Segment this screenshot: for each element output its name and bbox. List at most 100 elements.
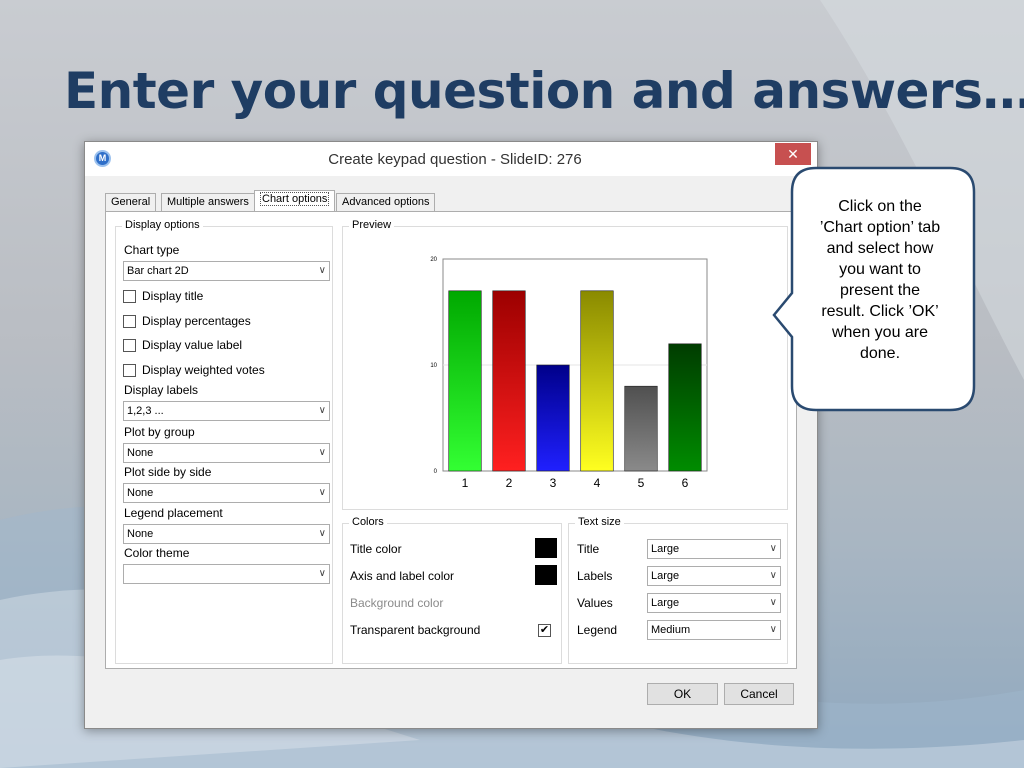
- bar-1: [448, 290, 482, 472]
- callout-text: Click on the ’Chart option’ tab and sele…: [810, 196, 950, 364]
- x-tick-label: 2: [506, 476, 513, 490]
- create-keypad-question-dialog: M Create keypad question - SlideID: 276 …: [84, 141, 818, 729]
- legend-placement-select[interactable]: None ∨: [123, 524, 330, 544]
- bar-4: [580, 290, 614, 472]
- color-theme-label: Color theme: [124, 546, 190, 560]
- tab-general[interactable]: General: [105, 193, 157, 211]
- display-weighted-votes-checkbox[interactable]: Display weighted votes: [123, 363, 323, 379]
- callout-line: when you are: [831, 324, 929, 341]
- tab-multiple-answers[interactable]: Multiple answers: [161, 193, 255, 211]
- chevron-down-icon: ∨: [318, 568, 326, 579]
- window-title: Create keypad question - SlideID: 276: [328, 151, 582, 168]
- axis-label-color-label: Axis and label color: [350, 569, 455, 583]
- text-size-legend-select[interactable]: Medium ∨: [647, 620, 781, 640]
- group-title: Preview: [349, 219, 395, 231]
- callout-line: ’Chart option’ tab: [819, 219, 941, 236]
- select-value: Large: [651, 570, 680, 582]
- display-value-label-checkbox[interactable]: Display value label: [123, 338, 323, 354]
- display-labels-select[interactable]: 1,2,3 ... ∨: [123, 401, 330, 421]
- transparent-background-checkbox[interactable]: ✔: [538, 623, 554, 639]
- chevron-down-icon: ∨: [769, 543, 777, 554]
- color-theme-select[interactable]: ∨: [123, 564, 330, 584]
- tab-advanced-options[interactable]: Advanced options: [336, 193, 436, 211]
- tab-label: Advanced options: [342, 196, 430, 208]
- checkbox-label: Display value label: [142, 338, 243, 352]
- axis-label-color-swatch[interactable]: [535, 565, 557, 585]
- select-value: None: [127, 528, 154, 540]
- checkbox-label: Display percentages: [142, 314, 251, 328]
- x-tick-label: 6: [682, 476, 689, 490]
- background-color-label: Background color: [350, 596, 444, 610]
- checkbox-box: [123, 290, 136, 303]
- bar-3: [536, 364, 570, 472]
- select-value: Large: [651, 597, 680, 609]
- text-size-labels-select[interactable]: Large ∨: [647, 566, 781, 586]
- chevron-down-icon: ∨: [318, 265, 326, 276]
- tab-label: Chart options: [260, 192, 330, 206]
- x-tick-label: 5: [638, 476, 645, 490]
- chart-options-panel: Display options Chart type Bar chart 2D …: [105, 211, 797, 669]
- window-titlebar: M Create keypad question - SlideID: 276 …: [85, 142, 817, 176]
- select-value: Large: [651, 543, 680, 555]
- text-size-labels-label: Labels: [577, 569, 613, 583]
- text-size-group: Text size Title Large ∨ Labels Large ∨ V…: [568, 516, 788, 664]
- text-size-title-select[interactable]: Large ∨: [647, 539, 781, 559]
- chevron-down-icon: ∨: [318, 528, 326, 539]
- chevron-down-icon: ∨: [318, 447, 326, 458]
- tab-label: General: [111, 196, 151, 208]
- select-value: Bar chart 2D: [127, 265, 189, 277]
- y-tick-label: 10: [430, 363, 437, 369]
- close-button[interactable]: ✕: [775, 143, 811, 165]
- bar-2: [492, 290, 526, 472]
- select-value: Medium: [651, 624, 691, 636]
- colors-group: Colors Title color Axis and label color …: [342, 516, 562, 664]
- bar-5: [624, 385, 658, 472]
- bar-6: [668, 343, 702, 472]
- x-tick-label: 4: [594, 476, 601, 490]
- chevron-down-icon: ∨: [318, 405, 326, 416]
- callout-line: present the: [839, 282, 921, 299]
- plot-side-by-side-select[interactable]: None ∨: [123, 483, 330, 503]
- text-size-values-label: Values: [577, 596, 613, 610]
- text-size-values-select[interactable]: Large ∨: [647, 593, 781, 613]
- slide-title: Enter your question and answers…: [64, 62, 1024, 120]
- callout-line: done.: [859, 345, 901, 362]
- title-color-label: Title color: [350, 542, 402, 556]
- preview-group: Preview 0 10 20 1 2 3 4 5 6: [342, 219, 788, 510]
- chevron-down-icon: ∨: [769, 570, 777, 581]
- display-options-group: Display options Chart type Bar chart 2D …: [115, 219, 333, 664]
- callout-line: you want to: [839, 261, 921, 278]
- select-value: 1,2,3 ...: [127, 405, 164, 417]
- display-title-checkbox[interactable]: Display title: [123, 289, 323, 305]
- chevron-down-icon: ∨: [769, 597, 777, 608]
- y-tick-label: 0: [434, 469, 438, 475]
- callout-line: result. Click ’OK’: [821, 303, 939, 320]
- title-color-swatch[interactable]: [535, 538, 557, 558]
- chart-type-select[interactable]: Bar chart 2D ∨: [123, 261, 330, 281]
- plot-side-by-side-label: Plot side by side: [124, 465, 212, 479]
- check-mark-icon: ✔: [538, 624, 551, 637]
- preview-bar-chart: 0 10 20 1 2 3 4 5 6: [430, 257, 708, 490]
- x-tick-label: 3: [550, 476, 557, 490]
- transparent-background-label: Transparent background: [350, 623, 481, 637]
- chevron-down-icon: ∨: [769, 624, 777, 635]
- plot-by-group-select[interactable]: None ∨: [123, 443, 330, 463]
- select-value: None: [127, 487, 154, 499]
- ok-button[interactable]: OK: [647, 683, 718, 705]
- group-title: Text size: [575, 516, 624, 528]
- cancel-button[interactable]: Cancel: [724, 683, 794, 705]
- y-tick-label: 20: [430, 257, 437, 263]
- app-logo-icon: M: [94, 150, 111, 167]
- x-tick-label: 1: [462, 476, 469, 490]
- chart-type-label: Chart type: [124, 243, 180, 257]
- checkbox-label: Display title: [142, 289, 204, 303]
- callout-line: Click on the: [838, 198, 922, 215]
- display-percentages-checkbox[interactable]: Display percentages: [123, 314, 323, 330]
- display-labels-label: Display labels: [124, 383, 199, 397]
- plot-by-group-label: Plot by group: [124, 425, 195, 439]
- checkbox-box: [123, 315, 136, 328]
- chevron-down-icon: ∨: [318, 487, 326, 498]
- text-size-legend-label: Legend: [577, 623, 618, 637]
- tab-chart-options[interactable]: Chart options: [254, 190, 336, 211]
- select-value: None: [127, 447, 154, 459]
